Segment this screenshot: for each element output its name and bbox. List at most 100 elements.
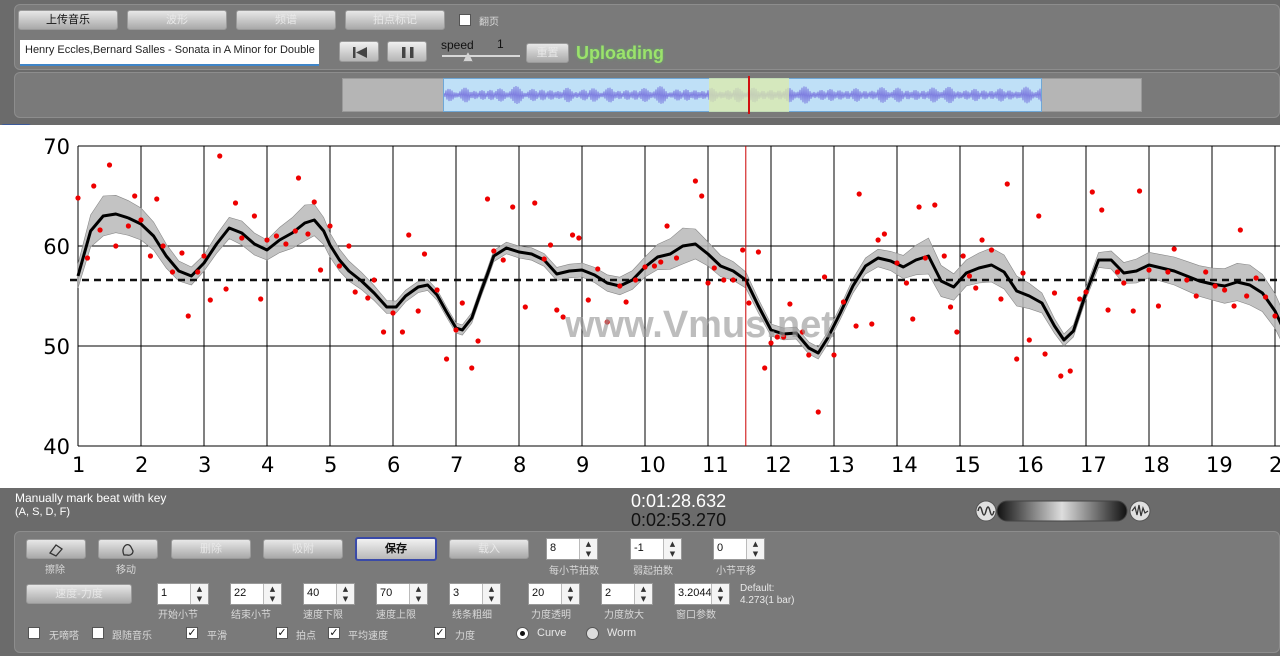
- tempo-min-input[interactable]: 40 ▲ ▼: [303, 583, 355, 605]
- start-bar-label: 开始小节: [158, 610, 198, 621]
- upload-music-button[interactable]: 上传音乐: [18, 10, 118, 30]
- beat-dot: [434, 287, 440, 293]
- overview-playhead[interactable]: [748, 76, 750, 114]
- avg-tempo-checkbox[interactable]: ✓: [328, 627, 340, 639]
- tempo-chart[interactable]: 405060701234567891011121314151617181920w…: [0, 125, 1280, 488]
- song-title-field[interactable]: Henry Eccles,Bernard Salles - Sonata in …: [20, 40, 319, 66]
- no-metronome-checkbox[interactable]: [28, 627, 40, 639]
- x-tick-label: 11: [702, 453, 729, 477]
- no-metronome-label: 无嘀嗒: [49, 631, 79, 642]
- bar-offset-input[interactable]: 0 ▲ ▼: [713, 538, 765, 560]
- beat-dot: [185, 313, 191, 319]
- beat-dot: [1036, 213, 1042, 219]
- beat-dot: [443, 356, 450, 362]
- y-tick-label: 60: [43, 235, 70, 259]
- window-param-label: 窗口参数: [676, 610, 716, 621]
- x-tick-label: 13: [828, 453, 855, 477]
- beat-dot: [336, 263, 343, 269]
- beat-dot: [1014, 356, 1020, 362]
- x-tick-label: 1: [72, 453, 85, 477]
- load-button[interactable]: 载入: [449, 539, 529, 559]
- beat-dot: [692, 178, 699, 184]
- erase-button[interactable]: [26, 539, 86, 559]
- beat-dot: [806, 352, 812, 358]
- end-bar-input[interactable]: 22 ▲ ▼: [230, 583, 282, 605]
- beat-dot: [881, 231, 888, 237]
- pause-button[interactable]: [387, 41, 427, 62]
- delete-button[interactable]: 删除: [171, 539, 251, 559]
- rewind-button[interactable]: [339, 41, 379, 62]
- beat-dot: [740, 247, 746, 253]
- beat-dot: [399, 329, 406, 335]
- beat-dot: [195, 269, 201, 275]
- beat-dot: [1165, 269, 1171, 275]
- beat-dot: [475, 338, 481, 344]
- beat-dot: [554, 307, 560, 313]
- waveform-button[interactable]: 波形: [127, 10, 227, 30]
- tempo-min-label: 速度下限: [303, 610, 343, 621]
- beat-dot: [1020, 270, 1026, 276]
- beat-dot: [292, 228, 298, 234]
- x-tick-label: 7: [450, 453, 463, 477]
- end-bar-label: 结束小节: [231, 610, 271, 621]
- line-width-input[interactable]: 3 ▲ ▼: [449, 583, 501, 605]
- beat-dot: [273, 233, 280, 239]
- beat-dot: [1136, 188, 1143, 194]
- spectrum-button[interactable]: 频谱: [236, 10, 336, 30]
- beat-dot: [1203, 269, 1209, 275]
- speed-slider[interactable]: [442, 55, 520, 57]
- beat-dot: [1058, 373, 1064, 379]
- save-button[interactable]: 保存: [355, 537, 437, 561]
- beat-dot: [75, 195, 81, 201]
- tempo-max-input[interactable]: 70 ▲ ▼: [376, 583, 428, 605]
- beat-dot: [910, 316, 916, 322]
- smooth-checkbox[interactable]: ✓: [186, 627, 198, 639]
- speed-label: speed: [441, 38, 474, 52]
- beat-dot: [617, 283, 623, 289]
- zoom-slider[interactable]: [975, 499, 1151, 523]
- beat-dot: [459, 300, 465, 306]
- beat-dot: [415, 308, 421, 314]
- curve-radio[interactable]: [516, 627, 529, 640]
- beat-dot: [576, 235, 582, 241]
- tempo-dynamics-button[interactable]: 速度-力度: [26, 584, 132, 604]
- worm-label: Worm: [607, 627, 637, 639]
- beat-dot: [147, 253, 154, 259]
- beat-dot: [97, 227, 103, 233]
- pickup-beats-input[interactable]: -1 ▲ ▼: [630, 538, 682, 560]
- beat-dot: [875, 237, 881, 243]
- beat-dot: [721, 277, 727, 283]
- avg-tempo-label: 平均速度: [348, 631, 388, 642]
- x-tick-label: 14: [891, 453, 918, 477]
- beat-dot: [264, 237, 270, 243]
- follow-music-checkbox[interactable]: [92, 627, 104, 639]
- beat-dot: [1026, 337, 1032, 343]
- dynamics-scale-input[interactable]: 2 ▲ ▼: [601, 583, 653, 605]
- reset-button[interactable]: 重置: [526, 43, 569, 63]
- start-bar-input[interactable]: 1 ▲ ▼: [157, 583, 209, 605]
- beat-dot: [1114, 269, 1121, 275]
- dynamics-checkbox[interactable]: ✓: [434, 627, 446, 639]
- dynamics-opacity-input[interactable]: 20 ▲ ▼: [528, 583, 580, 605]
- beat-dot: [84, 255, 91, 261]
- worm-radio[interactable]: [586, 627, 599, 640]
- flip-page-checkbox[interactable]: [459, 14, 471, 26]
- beats-checkbox[interactable]: ✓: [276, 627, 288, 639]
- beat-dot: [664, 223, 670, 229]
- snap-button[interactable]: 吸附: [263, 539, 343, 559]
- x-tick-label: 8: [513, 453, 526, 477]
- y-tick-label: 50: [43, 335, 70, 359]
- beats-per-bar-input[interactable]: 8 ▲ ▼: [546, 538, 598, 560]
- beat-dot: [922, 255, 928, 261]
- x-tick-label: 2: [135, 453, 148, 477]
- beat-mark-button[interactable]: 拍点标记: [345, 10, 445, 30]
- move-button[interactable]: [98, 539, 158, 559]
- beat-dot: [1083, 289, 1089, 295]
- curve-label: Curve: [537, 627, 567, 639]
- beat-dot: [853, 323, 859, 329]
- beat-dot: [421, 251, 428, 257]
- window-param-input[interactable]: 3.2044 ▲ ▼: [674, 583, 730, 605]
- beats-per-bar-label: 每小节拍数: [549, 566, 599, 577]
- beat-dot: [903, 280, 910, 286]
- beat-dot: [484, 196, 491, 202]
